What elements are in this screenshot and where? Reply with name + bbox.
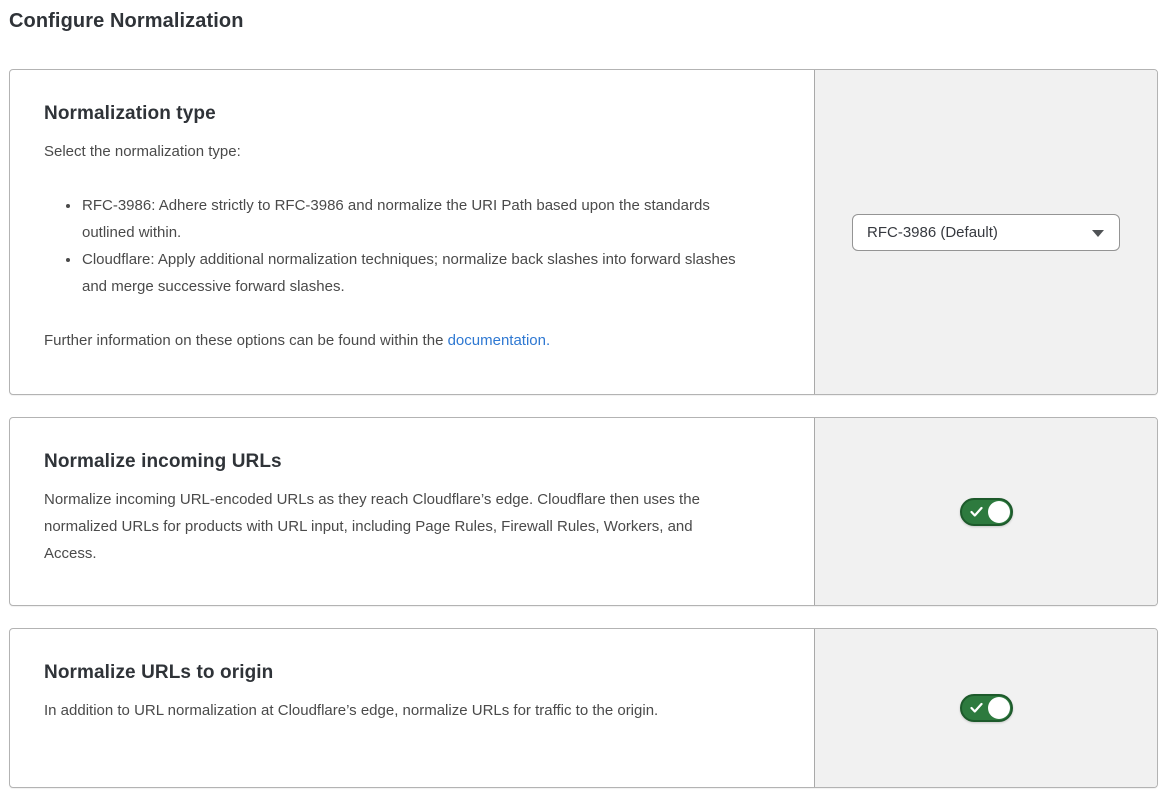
normalize-incoming-urls-description: Normalize incoming URL-encoded URLs as t… xyxy=(44,486,744,567)
normalize-urls-to-origin-card: Normalize URLs to origin In addition to … xyxy=(9,628,1158,788)
normalization-options-list: RFC-3986: Adhere strictly to RFC-3986 an… xyxy=(44,192,742,300)
normalize-incoming-urls-card: Normalize incoming URLs Normalize incomi… xyxy=(9,417,1158,606)
toggle-knob xyxy=(988,697,1010,719)
normalize-incoming-urls-title: Normalize incoming URLs xyxy=(44,451,778,473)
normalization-type-subtitle: Select the normalization type: xyxy=(44,138,744,165)
documentation-link[interactable]: documentation xyxy=(448,332,546,349)
normalize-incoming-urls-control-panel xyxy=(814,418,1157,605)
bullet-item-rfc3986: RFC-3986: Adhere strictly to RFC-3986 an… xyxy=(81,192,742,246)
toggle-knob xyxy=(988,501,1010,523)
normalization-type-card: Normalization type Select the normalizat… xyxy=(9,69,1158,395)
configure-normalization-page: Configure Normalization Normalization ty… xyxy=(0,0,1167,788)
normalize-urls-to-origin-title: Normalize URLs to origin xyxy=(44,662,778,684)
normalize-incoming-urls-content: Normalize incoming URLs Normalize incomi… xyxy=(10,418,814,605)
normalization-type-control-panel: RFC-3986 (Default) xyxy=(814,70,1157,394)
further-information-text: Further information on these options can… xyxy=(44,327,744,354)
cards-container: Normalization type Select the normalizat… xyxy=(9,69,1158,788)
normalize-urls-to-origin-toggle[interactable] xyxy=(960,694,1013,722)
normalization-type-select-value: RFC-3986 (Default) xyxy=(867,224,998,241)
footer-text: Further information on these options can… xyxy=(44,332,448,349)
normalize-urls-to-origin-content: Normalize URLs to origin In addition to … xyxy=(10,629,814,787)
footer-period: . xyxy=(546,332,550,349)
normalization-type-select[interactable]: RFC-3986 (Default) xyxy=(852,214,1120,251)
page-title: Configure Normalization xyxy=(9,10,1158,33)
check-icon xyxy=(970,506,983,517)
bullet-item-cloudflare: Cloudflare: Apply additional normalizati… xyxy=(81,246,742,300)
normalize-urls-to-origin-description: In addition to URL normalization at Clou… xyxy=(44,697,744,724)
normalization-type-title: Normalization type xyxy=(44,103,778,125)
check-icon xyxy=(970,703,983,714)
chevron-down-icon xyxy=(1092,230,1104,237)
normalization-type-content: Normalization type Select the normalizat… xyxy=(10,70,814,394)
normalize-urls-to-origin-control-panel xyxy=(814,629,1157,787)
normalize-incoming-urls-toggle[interactable] xyxy=(960,498,1013,526)
